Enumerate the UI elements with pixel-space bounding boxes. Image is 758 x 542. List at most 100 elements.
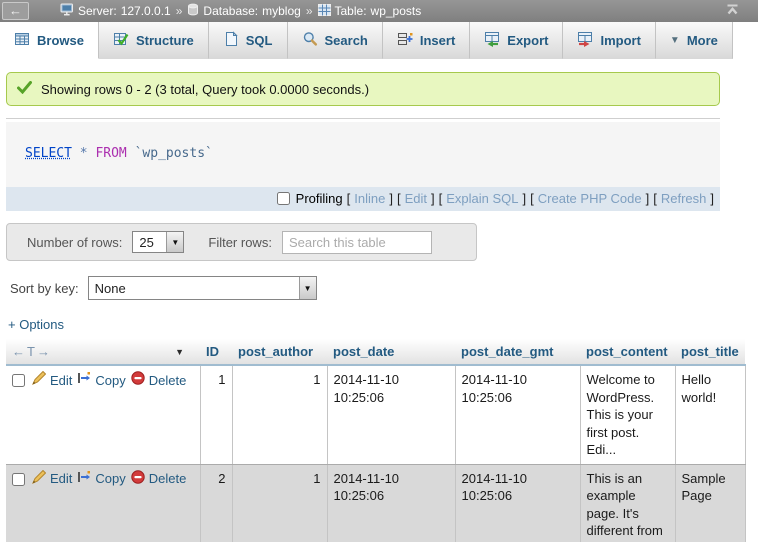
copy-link-label: Copy (95, 372, 125, 390)
collapse-panel-button[interactable] (725, 3, 740, 19)
bracket: [ (653, 191, 657, 206)
chevron-down-icon: ▼ (670, 35, 680, 46)
tab-insert[interactable]: Insert (383, 22, 470, 59)
breadcrumb-table-label: Table: (335, 4, 367, 18)
delete-link-label: Delete (149, 372, 187, 390)
table-header-row: ←T→ ▼ ID post_author post_date post_date… (6, 339, 745, 365)
tab-export[interactable]: Export (470, 22, 563, 59)
filter-rows-input[interactable] (282, 231, 432, 254)
table-tabs: Browse Structure SQL Search Insert Expor… (0, 22, 758, 59)
delete-icon (131, 371, 145, 390)
breadcrumb-database-label: Database: (203, 4, 258, 18)
tab-label: Search (325, 33, 368, 48)
tab-search[interactable]: Search (288, 22, 383, 59)
database-icon (187, 3, 199, 19)
rows-count-value: 25 (133, 235, 159, 250)
section-divider (6, 118, 720, 119)
edit-link-label: Edit (50, 470, 72, 488)
create-php-code-link[interactable]: Create PHP Code (538, 191, 642, 206)
tab-label: Structure (136, 33, 194, 48)
copy-row-link[interactable]: Copy (77, 470, 125, 489)
cell-post-title: Hello world! (675, 365, 745, 464)
delete-row-link[interactable]: Delete (131, 371, 187, 390)
cell-post-date: 2014-11-10 10:25:06 (327, 464, 455, 542)
sort-by-key-select[interactable]: None ▼ (88, 276, 317, 300)
edit-row-link[interactable]: Edit (32, 470, 72, 489)
profiling-checkbox[interactable] (277, 192, 290, 205)
breadcrumb-table-link[interactable]: Table: wp_posts (318, 4, 422, 19)
cell-post-content: This is an example page. It's different … (580, 464, 675, 542)
collapse-icon (725, 3, 740, 19)
sort-column-link[interactable]: post_author (238, 344, 313, 359)
profiling-label: Profiling (296, 191, 343, 206)
breadcrumb-bar: ← Server: 127.0.0.1 » Database: myblog »… (0, 0, 758, 22)
bracket: [ (347, 191, 351, 206)
sort-column-link[interactable]: post_date (333, 344, 394, 359)
sql-page-icon (223, 31, 239, 50)
tab-browse[interactable]: Browse (0, 22, 99, 59)
delete-link-label: Delete (149, 470, 187, 488)
query-links-bar: Profiling [ Inline ] [ Edit ] [ Explain … (6, 187, 720, 211)
breadcrumb-separator: » (176, 4, 183, 18)
status-message: Showing rows 0 - 2 (3 total, Query took … (6, 72, 720, 106)
edit-row-link[interactable]: Edit (32, 371, 72, 390)
export-icon (484, 31, 500, 50)
sort-column-link[interactable]: post_date_gmt (461, 344, 553, 359)
inline-edit-link[interactable]: Inline (354, 191, 385, 206)
tab-label: Export (507, 33, 548, 48)
bracket: [ (530, 191, 534, 206)
cell-post-content: Welcome to WordPress. This is your first… (580, 365, 675, 464)
delete-icon (131, 470, 145, 489)
tab-label: Browse (37, 33, 84, 48)
tab-sql[interactable]: SQL (209, 22, 288, 59)
column-header-post-content: post_content (580, 339, 675, 365)
sql-keyword-select-link[interactable]: SELECT (25, 146, 72, 161)
results-table: ←T→ ▼ ID post_author post_date post_date… (6, 339, 746, 542)
tab-label: Insert (420, 33, 455, 48)
insert-row-icon (397, 31, 413, 50)
breadcrumb-database-link[interactable]: Database: myblog (187, 3, 300, 19)
breadcrumb-server-link[interactable]: Server: 127.0.0.1 (60, 3, 171, 19)
cell-post-title: Sample Page (675, 464, 745, 542)
server-icon (60, 3, 74, 19)
column-header-post-date: post_date (327, 339, 455, 365)
column-nav-control[interactable]: ←T→ (12, 344, 52, 359)
row-checkbox[interactable] (12, 374, 25, 387)
refresh-link[interactable]: Refresh (661, 191, 707, 206)
sort-column-link[interactable]: ID (206, 344, 219, 359)
search-icon (302, 31, 318, 50)
edit-query-link[interactable]: Edit (405, 191, 427, 206)
sort-column-link[interactable]: post_content (586, 344, 668, 359)
status-message-text: Showing rows 0 - 2 (3 total, Query took … (41, 82, 369, 97)
select-arrow-icon: ▼ (166, 232, 183, 252)
back-button[interactable]: ← (2, 2, 29, 20)
cell-post-date: 2014-11-10 10:25:06 (327, 365, 455, 464)
rows-count-label: Number of rows: (27, 235, 122, 250)
options-toggle-link[interactable]: + Options (8, 317, 64, 332)
bracket: ] (646, 191, 650, 206)
tab-more[interactable]: ▼ More (656, 22, 733, 59)
row-actions-cell: Edit Copy Delete (6, 365, 200, 464)
copy-row-link[interactable]: Copy (77, 371, 125, 390)
column-header-post-author: post_author (232, 339, 327, 365)
sql-star: * (80, 146, 88, 161)
breadcrumb-server-value: 127.0.0.1 (121, 4, 171, 18)
sql-keyword-from: FROM (95, 146, 126, 161)
pencil-icon (32, 470, 46, 489)
tab-import[interactable]: Import (563, 22, 655, 59)
rows-count-select[interactable]: 25 ▼ (132, 231, 184, 253)
row-checkbox[interactable] (12, 473, 25, 486)
breadcrumb-table-value: wp_posts (371, 4, 422, 18)
edit-link-label: Edit (50, 372, 72, 390)
table-row: Edit Copy Delete 2 1 2014-11-10 10:25:06… (6, 464, 745, 542)
sort-by-key-row: Sort by key: None ▼ (10, 276, 758, 300)
sort-column-link[interactable]: post_title (681, 344, 739, 359)
explain-sql-link[interactable]: Explain SQL (446, 191, 518, 206)
tab-structure[interactable]: Structure (99, 22, 209, 59)
header-dropdown-icon[interactable]: ▼ (175, 347, 184, 357)
bracket: ] (431, 191, 435, 206)
delete-row-link[interactable]: Delete (131, 470, 187, 489)
copy-link-label: Copy (95, 470, 125, 488)
breadcrumb-database-value: myblog (262, 4, 301, 18)
tab-label: Import (600, 33, 640, 48)
